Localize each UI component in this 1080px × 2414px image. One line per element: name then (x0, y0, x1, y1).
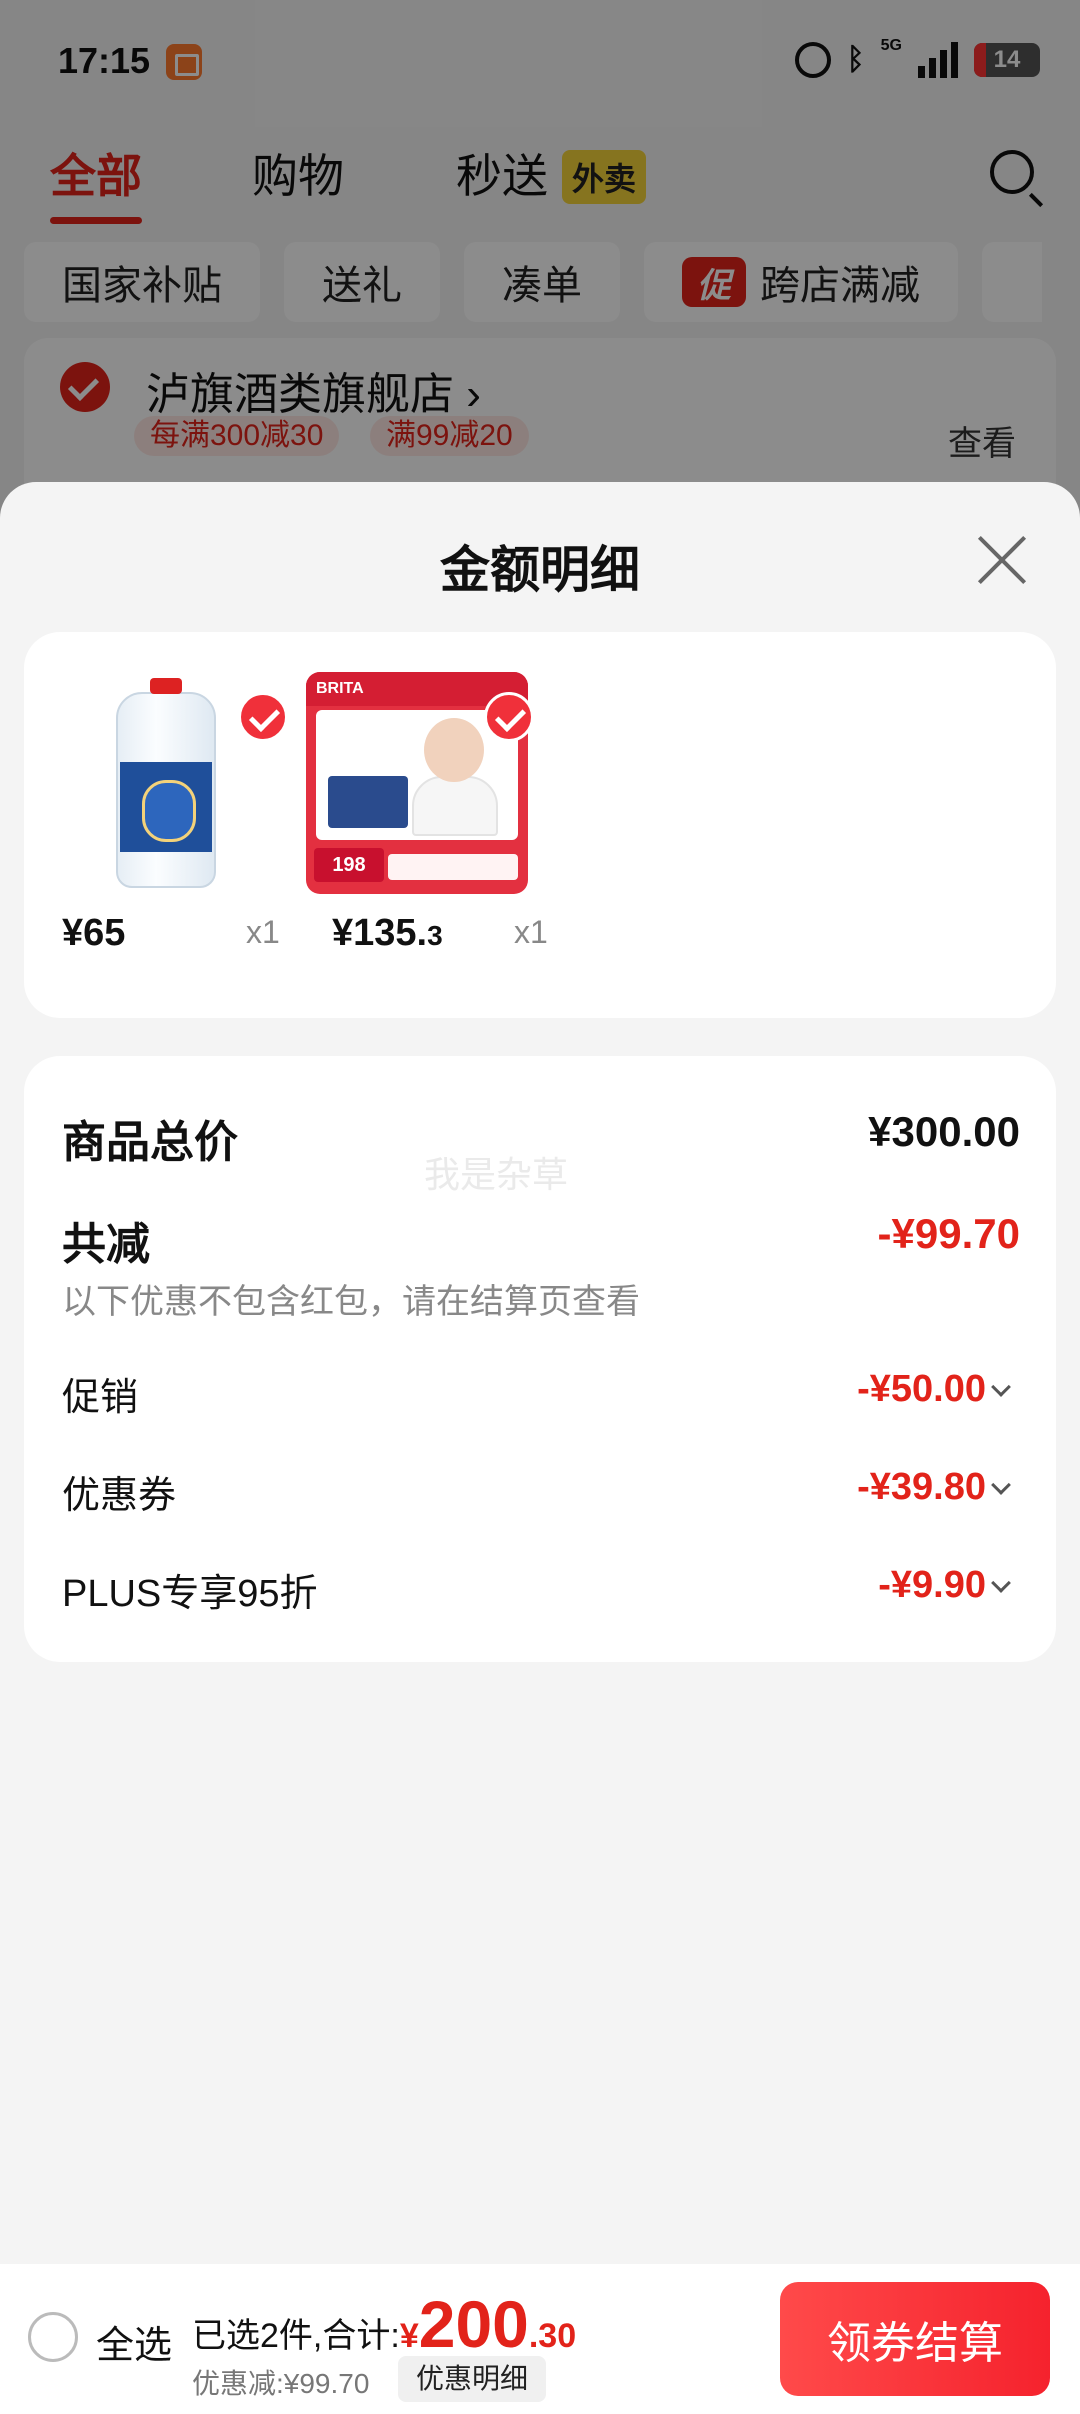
amount-detail-sheet: 金额明细 ¥65 x1 BRITA 198 ¥135.3 x1 我是杂草 商品总… (0, 482, 1080, 2414)
close-icon[interactable] (974, 532, 1030, 588)
detail-value: -¥9.90 (878, 1564, 986, 1606)
total-amount-decimal: .30 (528, 2317, 577, 2355)
total-summary: 已选2件,合计: ¥ 200 .30 (192, 2286, 576, 2362)
brita-strip (388, 854, 518, 880)
bottle-label (120, 762, 212, 852)
person-image (412, 776, 498, 836)
detail-label: PLUS专享95折 (62, 1573, 318, 1615)
detail-label: 优惠券 (62, 1475, 177, 1517)
summary-card: 我是杂草 商品总价 ¥300.00 共减 -¥99.70 以下优惠不包含红包，请… (24, 1056, 1056, 1662)
reduce-value: -¥99.70 (877, 1210, 1020, 1257)
item-checkbox[interactable] (238, 692, 288, 742)
total-price-label: 商品总价 (62, 1118, 238, 1167)
detail-label: 促销 (62, 1377, 139, 1419)
item-checkbox[interactable] (484, 692, 534, 742)
product-quantity: x1 (514, 914, 548, 950)
product-quantity: x1 (246, 914, 280, 950)
chevron-down-icon (991, 1377, 1011, 1397)
total-price-value: ¥300.00 (868, 1108, 1020, 1155)
product-price: ¥65 (62, 912, 126, 954)
coupon-row[interactable]: 优惠券 -¥39.80 (24, 1464, 1056, 1524)
detail-value: -¥50.00 (857, 1368, 986, 1410)
product-price: ¥135.3 (332, 912, 443, 954)
discount-summary: 优惠减:¥99.70 (192, 2368, 370, 2399)
promotion-row[interactable]: 促销 -¥50.00 (24, 1366, 1056, 1426)
chevron-down-icon (991, 1475, 1011, 1495)
filter-box-image (328, 776, 408, 828)
chevron-down-icon (991, 1573, 1011, 1593)
currency-symbol: ¥ (399, 2317, 419, 2355)
checkout-button[interactable]: 领券结算 (780, 2282, 1050, 2396)
plus-discount-row[interactable]: PLUS专享95折 -¥9.90 (24, 1562, 1056, 1622)
brita-price-badge: 198 (314, 848, 384, 882)
selected-count-text: 已选2件,合计: (192, 2317, 400, 2355)
reduce-label: 共减 (62, 1220, 150, 1269)
select-all-radio[interactable] (28, 2312, 78, 2362)
select-all-label[interactable]: 全选 (96, 2314, 172, 2369)
products-card: ¥65 x1 BRITA 198 ¥135.3 x1 (24, 632, 1056, 1018)
total-amount-integer: 200 (418, 2287, 529, 2361)
bottle-cap (150, 678, 182, 694)
sheet-title: 金额明细 (440, 542, 640, 598)
checkout-bar: 全选 已选2件,合计: ¥ 200 .30 优惠减:¥99.70 优惠明细 领券… (0, 2264, 1080, 2414)
discount-note: 以下优惠不包含红包，请在结算页查看 (62, 1283, 640, 1321)
detail-value: -¥39.80 (857, 1466, 986, 1508)
watermark: 我是杂草 (424, 1154, 569, 1195)
discount-detail-button[interactable]: 优惠明细 (398, 2356, 547, 2402)
person-face (424, 718, 484, 782)
